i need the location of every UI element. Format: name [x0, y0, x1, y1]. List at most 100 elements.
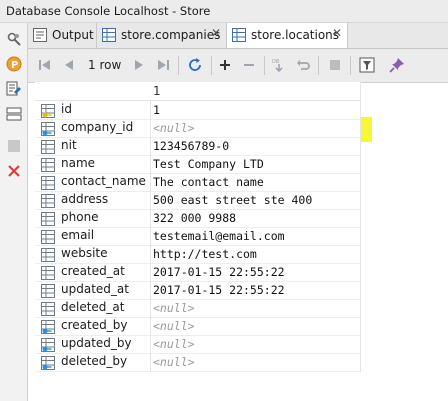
pin-icon[interactable]: [386, 54, 408, 76]
field-name: deleted_by: [61, 354, 128, 368]
stop-icon[interactable]: [6, 138, 22, 154]
field-value[interactable]: <null>: [153, 301, 195, 315]
close-tab-icon[interactable]: ✕: [332, 26, 342, 40]
add-row-icon[interactable]: [214, 54, 236, 76]
field-value[interactable]: <null>: [153, 355, 195, 369]
column-divider: [150, 227, 151, 245]
submit-icon[interactable]: DB: [268, 54, 290, 76]
primary-key-column-icon: [41, 103, 55, 118]
field-row-updated-at[interactable]: updated_at 2017-01-15 22:55:22: [35, 281, 360, 300]
tab-label: store.locations: [251, 28, 340, 42]
field-row-id[interactable]: id 1: [35, 101, 360, 120]
field-name: created_at: [61, 264, 125, 278]
column-divider: [150, 245, 151, 263]
edit-properties-icon[interactable]: [6, 81, 22, 97]
field-row-deleted-by[interactable]: deleted_by <null>: [35, 353, 360, 372]
field-value[interactable]: 322 000 9988: [153, 211, 236, 225]
field-row-address[interactable]: address 500 east street ste 400: [35, 191, 360, 210]
svg-text:P: P: [11, 60, 18, 71]
field-row-company-id[interactable]: company_id <null>: [35, 119, 360, 138]
field-value[interactable]: 1: [153, 103, 160, 117]
field-value[interactable]: <null>: [153, 319, 195, 333]
column-header-row-number[interactable]: 1: [153, 84, 161, 98]
field-row-phone[interactable]: phone 322 000 9988: [35, 209, 360, 228]
previous-page-icon[interactable]: [58, 54, 80, 76]
field-name: id: [61, 102, 72, 116]
column-icon: [41, 157, 55, 172]
toolbar-divider: [350, 56, 351, 75]
field-row-deleted-at[interactable]: deleted_at <null>: [35, 299, 360, 318]
column-icon: [41, 229, 55, 244]
title-bar: Database Console Localhost - Store: [0, 0, 448, 23]
column-icon: [41, 283, 55, 298]
field-row-email[interactable]: email testemail@email.com: [35, 227, 360, 246]
delete-row-icon[interactable]: [238, 54, 260, 76]
column-icon: [41, 139, 55, 154]
toolbar-divider: [211, 56, 212, 75]
field-row-updated-by[interactable]: updated_by <null>: [35, 335, 360, 354]
layout-icon[interactable]: [6, 106, 22, 122]
column-divider: [150, 263, 151, 281]
table-icon: [232, 28, 246, 42]
revert-icon[interactable]: [292, 54, 314, 76]
field-row-contact-name[interactable]: contact_name The contact name: [35, 173, 360, 192]
field-name: address: [61, 192, 109, 206]
field-value[interactable]: The contact name: [153, 175, 264, 189]
column-icon: [41, 175, 55, 190]
left-toolbar: P: [0, 23, 28, 401]
close-icon[interactable]: [6, 163, 22, 179]
grid-header: 1: [35, 82, 360, 101]
column-divider: [150, 299, 151, 317]
field-value[interactable]: <null>: [153, 337, 195, 351]
column-divider: [150, 353, 151, 371]
field-value[interactable]: <null>: [153, 121, 195, 135]
field-name: phone: [61, 210, 99, 224]
output-icon: [33, 28, 47, 42]
column-divider: [150, 191, 151, 209]
toolbar-divider: [178, 56, 179, 75]
field-row-website[interactable]: website http://test.com: [35, 245, 360, 264]
field-row-nit[interactable]: nit 123456789-0: [35, 137, 360, 156]
column-divider: [150, 119, 151, 137]
settings-icon[interactable]: [6, 31, 22, 47]
record-grid: 1 id 1 company_id <null> nit 123456789-0 name T…: [35, 82, 360, 372]
row-count: 1 row: [88, 58, 122, 72]
tab-label: store.companies: [121, 28, 221, 42]
field-value[interactable]: testemail@email.com: [153, 229, 285, 243]
field-value[interactable]: http://test.com: [153, 247, 257, 261]
close-tab-icon[interactable]: ✕: [211, 26, 221, 40]
field-value[interactable]: 123456789-0: [153, 139, 229, 153]
tab-bar: Output store.companies ✕ store.locations…: [28, 23, 448, 49]
field-value[interactable]: Test Company LTD: [153, 157, 264, 171]
field-row-created-at[interactable]: created_at 2017-01-15 22:55:22: [35, 263, 360, 282]
parameters-icon[interactable]: P: [6, 56, 22, 72]
field-name: email: [61, 228, 95, 242]
field-name: website: [61, 246, 108, 260]
field-row-created-by[interactable]: created_by <null>: [35, 317, 360, 336]
column-divider: [150, 101, 151, 119]
field-row-name[interactable]: name Test Company LTD: [35, 155, 360, 174]
tab-store-companies[interactable]: store.companies ✕: [97, 23, 227, 48]
field-value[interactable]: 2017-01-15 22:55:22: [153, 265, 285, 279]
next-page-icon[interactable]: [128, 54, 150, 76]
stop-icon[interactable]: [324, 54, 346, 76]
first-page-icon[interactable]: [34, 54, 56, 76]
field-value[interactable]: 500 east street ste 400: [153, 193, 312, 207]
column-divider: [150, 155, 151, 173]
column-divider: [150, 281, 151, 299]
tab-store-locations[interactable]: store.locations ✕: [227, 23, 348, 48]
field-name: company_id: [61, 120, 134, 134]
field-name: nit: [61, 138, 77, 152]
tab-output[interactable]: Output: [28, 23, 97, 48]
field-value[interactable]: 2017-01-15 22:55:22: [153, 283, 285, 297]
column-divider: [150, 137, 151, 155]
result-toolbar: 1 row DB: [28, 49, 448, 83]
column-icon: [41, 301, 55, 316]
last-page-icon[interactable]: [152, 54, 174, 76]
column-divider: [150, 173, 151, 191]
field-name: name: [61, 156, 96, 170]
refresh-icon[interactable]: [184, 54, 206, 76]
toolbar-divider: [318, 56, 319, 75]
filter-icon[interactable]: [356, 54, 378, 76]
toolbar-divider: [264, 56, 265, 75]
